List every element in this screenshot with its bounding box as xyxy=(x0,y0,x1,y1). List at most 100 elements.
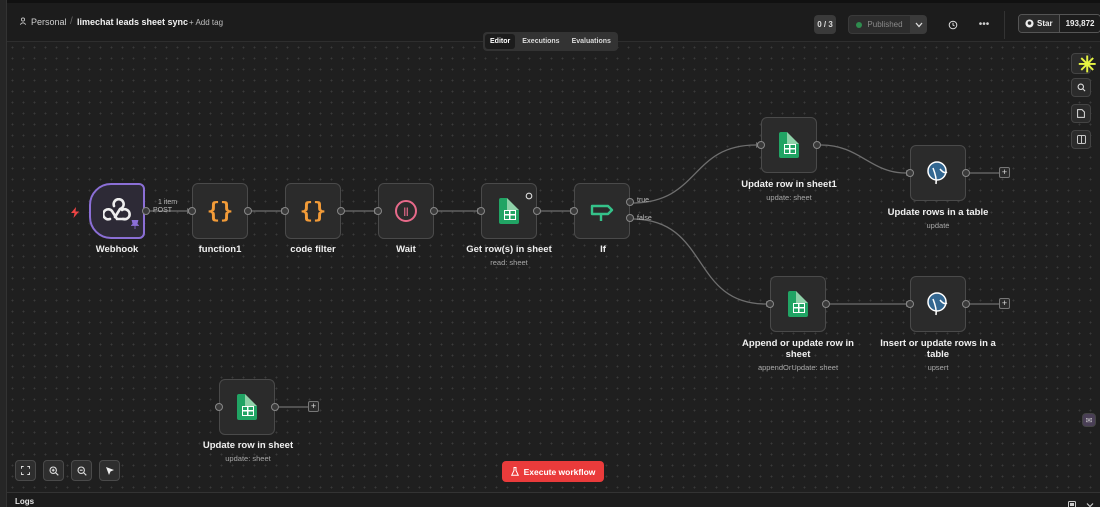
mail-icon: ✉ xyxy=(1085,415,1093,425)
input-port[interactable] xyxy=(906,300,914,308)
input-port[interactable] xyxy=(766,300,774,308)
output-port[interactable] xyxy=(962,169,970,177)
input-port[interactable] xyxy=(477,207,485,215)
search-nodes-button[interactable] xyxy=(1071,78,1091,97)
input-port[interactable] xyxy=(757,141,765,149)
signpost-icon xyxy=(590,204,614,221)
add-node-button[interactable]: + xyxy=(308,401,319,412)
fit-view-icon xyxy=(21,466,30,475)
input-port[interactable] xyxy=(215,403,223,411)
edge-true-label: true xyxy=(637,197,650,204)
google-sheets-icon xyxy=(779,132,799,158)
toggle-panel-button[interactable] xyxy=(1071,130,1091,149)
select-tool-button[interactable] xyxy=(99,460,120,481)
chat-widget-button[interactable]: ✉ xyxy=(1082,413,1096,427)
edge-update1-pg xyxy=(820,144,907,174)
execute-workflow-button[interactable]: Execute workflow xyxy=(502,461,604,482)
node-get-rows[interactable] xyxy=(481,183,537,239)
trigger-bolt-icon xyxy=(71,205,79,223)
postgres-icon xyxy=(927,292,948,316)
logs-label: Logs xyxy=(15,497,35,506)
node-insert-update-table[interactable] xyxy=(910,276,966,332)
pause-icon: || xyxy=(395,200,417,222)
zoom-out-icon xyxy=(76,465,87,476)
add-node-button[interactable]: + xyxy=(999,298,1010,309)
node-label: Append or update row in sheet xyxy=(742,338,854,360)
output-port-false[interactable] xyxy=(626,214,634,222)
node-label: Wait xyxy=(396,244,416,255)
zoom-in-button[interactable] xyxy=(43,460,64,481)
node-webhook[interactable] xyxy=(89,183,145,239)
refresh-icon xyxy=(525,187,533,205)
node-if[interactable] xyxy=(574,183,630,239)
postgres-icon xyxy=(927,161,948,185)
output-port[interactable] xyxy=(430,207,438,215)
code-icon: {} xyxy=(206,198,234,224)
tab-executions[interactable]: Executions xyxy=(517,34,564,49)
input-port[interactable] xyxy=(906,169,914,177)
node-label: Update rows in a table xyxy=(887,207,989,218)
flask-icon xyxy=(510,467,519,476)
node-label: Update row in sheet1 xyxy=(741,179,837,190)
output-port[interactable] xyxy=(142,207,150,215)
output-port[interactable] xyxy=(244,207,252,215)
pin-icon xyxy=(130,216,140,234)
node-update-row-sheet[interactable] xyxy=(219,379,275,435)
node-function1[interactable]: {} xyxy=(192,183,248,239)
node-subtitle: read: sheet xyxy=(490,258,528,267)
google-sheets-icon xyxy=(237,394,257,420)
output-port[interactable] xyxy=(962,300,970,308)
output-port[interactable] xyxy=(271,403,279,411)
input-port[interactable] xyxy=(374,207,382,215)
add-sticky-note-button[interactable] xyxy=(1071,104,1091,123)
note-icon xyxy=(1077,109,1085,118)
node-label: code filter xyxy=(290,244,336,255)
expand-panel-icon[interactable] xyxy=(1068,496,1076,507)
node-label: If xyxy=(600,244,606,255)
google-sheets-icon xyxy=(788,291,808,317)
node-code-filter[interactable]: {} xyxy=(285,183,341,239)
tab-evaluations[interactable]: Evaluations xyxy=(567,34,616,49)
node-label: Insert or update rows in a table xyxy=(880,338,996,360)
edge-if-false[interactable] xyxy=(631,218,767,305)
webhook-icon xyxy=(103,198,131,221)
chevron-down-icon[interactable] xyxy=(1086,496,1094,507)
node-label: Webhook xyxy=(95,244,139,255)
google-sheets-icon xyxy=(499,198,519,224)
logs-panel-bar[interactable]: Logs xyxy=(7,492,1100,507)
output-port[interactable] xyxy=(337,207,345,215)
node-label: function1 xyxy=(198,244,242,255)
zoom-in-icon xyxy=(48,465,59,476)
edge-item-count: 1 item xyxy=(158,199,178,206)
output-port[interactable] xyxy=(813,141,821,149)
node-subtitle: update: sheet xyxy=(225,454,271,463)
node-label: Update row in sheet xyxy=(202,440,294,451)
fit-view-button[interactable] xyxy=(15,460,36,481)
node-subtitle: update: sheet xyxy=(766,193,812,202)
panel-icon xyxy=(1076,135,1086,144)
node-update-rows-table[interactable] xyxy=(910,145,966,201)
output-port[interactable] xyxy=(822,300,830,308)
search-icon xyxy=(1077,83,1085,92)
node-subtitle: appendOrUpdate: sheet xyxy=(757,363,839,372)
code-icon: {} xyxy=(299,198,327,224)
node-append-update-sheet[interactable] xyxy=(770,276,826,332)
add-node-button[interactable]: + xyxy=(999,167,1010,178)
tab-editor[interactable]: Editor xyxy=(485,34,516,49)
execute-label: Execute workflow xyxy=(523,466,596,477)
input-port[interactable] xyxy=(188,207,196,215)
node-subtitle: upsert xyxy=(927,363,949,372)
n8n-workflow-editor: Personal / limechat leads sheet sync + A… xyxy=(0,0,1100,507)
input-port[interactable] xyxy=(281,207,289,215)
edge-method-label: POST xyxy=(153,207,173,214)
zoom-out-button[interactable] xyxy=(71,460,92,481)
output-port[interactable] xyxy=(533,207,541,215)
node-wait[interactable]: || xyxy=(378,183,434,239)
edge-false-label: false xyxy=(637,215,652,222)
node-subtitle: update xyxy=(926,221,950,230)
view-tabs: Editor Executions Evaluations xyxy=(483,32,618,51)
input-port[interactable] xyxy=(570,207,578,215)
node-update-row-sheet1[interactable] xyxy=(761,117,817,173)
output-port-true[interactable] xyxy=(626,198,634,206)
ai-assistant-button[interactable]: ✳ xyxy=(1071,53,1096,76)
